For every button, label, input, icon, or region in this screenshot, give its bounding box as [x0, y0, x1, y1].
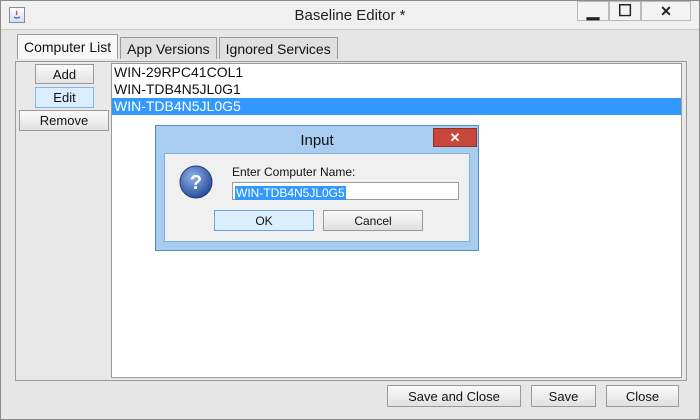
- maximize-button[interactable]: ☐: [609, 1, 641, 21]
- close-button[interactable]: Close: [606, 385, 679, 407]
- dialog-title: Input: [300, 132, 334, 149]
- remove-button[interactable]: Remove: [19, 110, 109, 131]
- minimize-button[interactable]: ▁: [577, 1, 609, 21]
- input-dialog: Input ✕ ? Enter Computer Name: WIN-TDB4N…: [155, 125, 479, 251]
- list-item[interactable]: WIN-TDB4N5JL0G1: [112, 81, 681, 98]
- dialog-body: ? Enter Computer Name: WIN-TDB4N5JL0G5 O…: [164, 153, 470, 242]
- list-item-selected[interactable]: WIN-TDB4N5JL0G5: [112, 98, 681, 115]
- computer-name-input[interactable]: WIN-TDB4N5JL0G5: [232, 182, 459, 200]
- add-button[interactable]: Add: [35, 64, 94, 84]
- list-item[interactable]: WIN-29RPC41COL1: [112, 64, 681, 81]
- tab-strip: Computer List App Versions Ignored Servi…: [17, 34, 340, 61]
- dialog-prompt: Enter Computer Name:: [232, 165, 356, 179]
- save-button[interactable]: Save: [531, 385, 596, 407]
- question-icon: ?: [178, 164, 214, 200]
- tab-computer-list[interactable]: Computer List: [17, 34, 119, 59]
- svg-text:?: ?: [190, 172, 202, 194]
- edit-button[interactable]: Edit: [35, 87, 94, 108]
- computer-name-value: WIN-TDB4N5JL0G5: [235, 186, 346, 200]
- title-bar[interactable]: Baseline Editor * ▁ ☐ ✕: [1, 1, 699, 30]
- ok-button[interactable]: OK: [214, 210, 314, 231]
- save-and-close-button[interactable]: Save and Close: [387, 385, 521, 407]
- dialog-close-button[interactable]: ✕: [433, 128, 477, 147]
- close-window-button[interactable]: ✕: [641, 1, 691, 21]
- tab-app-versions[interactable]: App Versions: [120, 37, 217, 59]
- cancel-button[interactable]: Cancel: [323, 210, 423, 231]
- baseline-editor-window: Baseline Editor * ▁ ☐ ✕ Computer List Ap…: [0, 0, 700, 420]
- tab-ignored-services[interactable]: Ignored Services: [218, 37, 338, 59]
